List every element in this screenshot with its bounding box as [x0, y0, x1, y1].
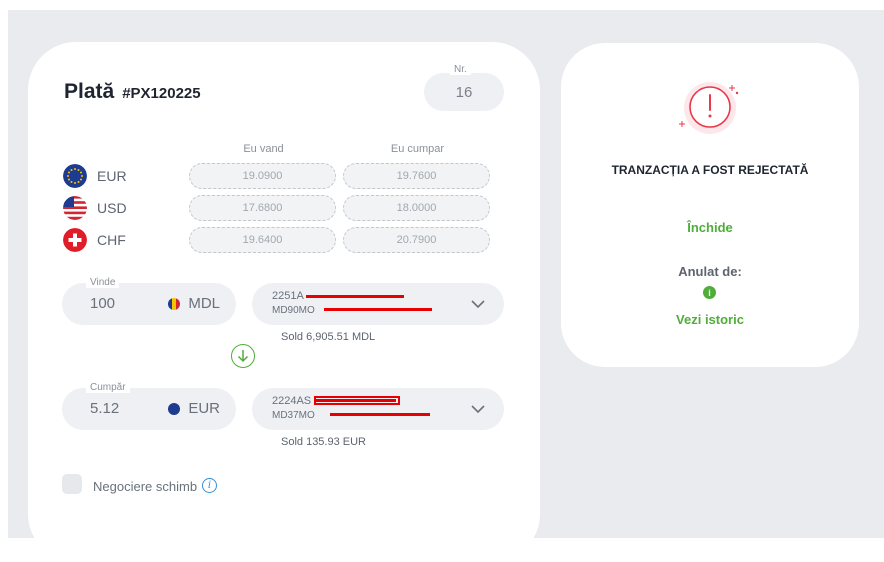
info-icon[interactable]: i	[703, 286, 716, 299]
sell-account-select[interactable]: 2251A MD90MO	[252, 283, 504, 325]
buy-account-number: 2224AS	[272, 395, 312, 407]
buy-currency-label: EUR	[188, 400, 220, 417]
sell-account-number: 2251A	[272, 290, 304, 302]
buy-rate-eur: 19.7600	[343, 163, 490, 189]
buy-label: Cumpăr	[86, 382, 130, 393]
payment-code: #PX120225	[122, 85, 201, 102]
sell-amount-input[interactable]: 100 MDL	[62, 283, 236, 325]
sell-amount-value: 100	[90, 295, 116, 312]
sell-account-iban: MD90MO	[272, 305, 315, 316]
sell-rate-header: Eu vand	[243, 143, 284, 155]
error-alert-icon	[679, 82, 739, 134]
ch-flag-icon	[63, 228, 87, 252]
buy-rate-chf: 20.7900	[343, 227, 490, 253]
payment-title: Plată	[64, 80, 115, 103]
redaction-mark	[324, 308, 432, 311]
chevron-down-icon	[471, 405, 485, 414]
cancelled-by-label: Anulat de:	[678, 264, 742, 279]
sell-label: Vinde	[86, 277, 120, 288]
redaction-mark	[330, 413, 430, 416]
us-flag-icon	[63, 196, 87, 220]
chevron-down-icon	[471, 300, 485, 309]
info-icon[interactable]: i	[202, 478, 217, 493]
buy-amount-value: 5.12	[90, 400, 120, 417]
buy-rate-header: Eu cumpar	[390, 143, 445, 155]
md-flag-icon	[168, 297, 181, 310]
currency-name: EUR	[97, 168, 127, 184]
close-link[interactable]: Închide	[561, 220, 859, 235]
currency-name: CHF	[97, 232, 126, 248]
swap-arrow-icon[interactable]	[231, 344, 255, 368]
buy-balance: Sold 135.93 EUR	[281, 436, 366, 448]
number-value: 16	[455, 83, 473, 101]
eu-flag-icon	[63, 164, 87, 188]
sell-currency-label: MDL	[188, 295, 220, 312]
redaction-mark	[306, 295, 404, 298]
view-history-link[interactable]: Vezi istoric	[561, 312, 859, 327]
sell-currency[interactable]: MDL	[168, 295, 220, 312]
number-field[interactable]: 16	[424, 73, 504, 111]
eu-dot-icon	[168, 402, 181, 415]
sell-rate-usd: 17.6800	[189, 195, 336, 221]
page-title: Plată #PX120225	[64, 80, 201, 104]
buy-amount-input[interactable]: 5.12 EUR	[62, 388, 236, 430]
status-title: TRANZACȚIA A FOST REJECTATĂ	[611, 163, 809, 177]
negotiation-label: Negociere schimb	[93, 479, 198, 494]
buy-currency[interactable]: EUR	[168, 400, 220, 417]
rate-row-usd: USD	[63, 196, 127, 220]
sell-rate-chf: 19.6400	[189, 227, 336, 253]
rate-row-chf: CHF	[63, 228, 126, 252]
buy-rate-usd: 18.0000	[343, 195, 490, 221]
buy-account-select[interactable]: 2224AS MD37MO	[252, 388, 504, 430]
redaction-mark	[316, 399, 396, 402]
buy-account-iban: MD37MO	[272, 410, 315, 421]
number-label: Nr.	[450, 64, 471, 75]
rate-row-eur: EUR	[63, 164, 127, 188]
sell-balance: Sold 6,905.51 MDL	[281, 331, 376, 343]
negotiation-checkbox[interactable]	[62, 474, 82, 494]
sell-rate-eur: 19.0900	[189, 163, 336, 189]
currency-name: USD	[97, 200, 127, 216]
